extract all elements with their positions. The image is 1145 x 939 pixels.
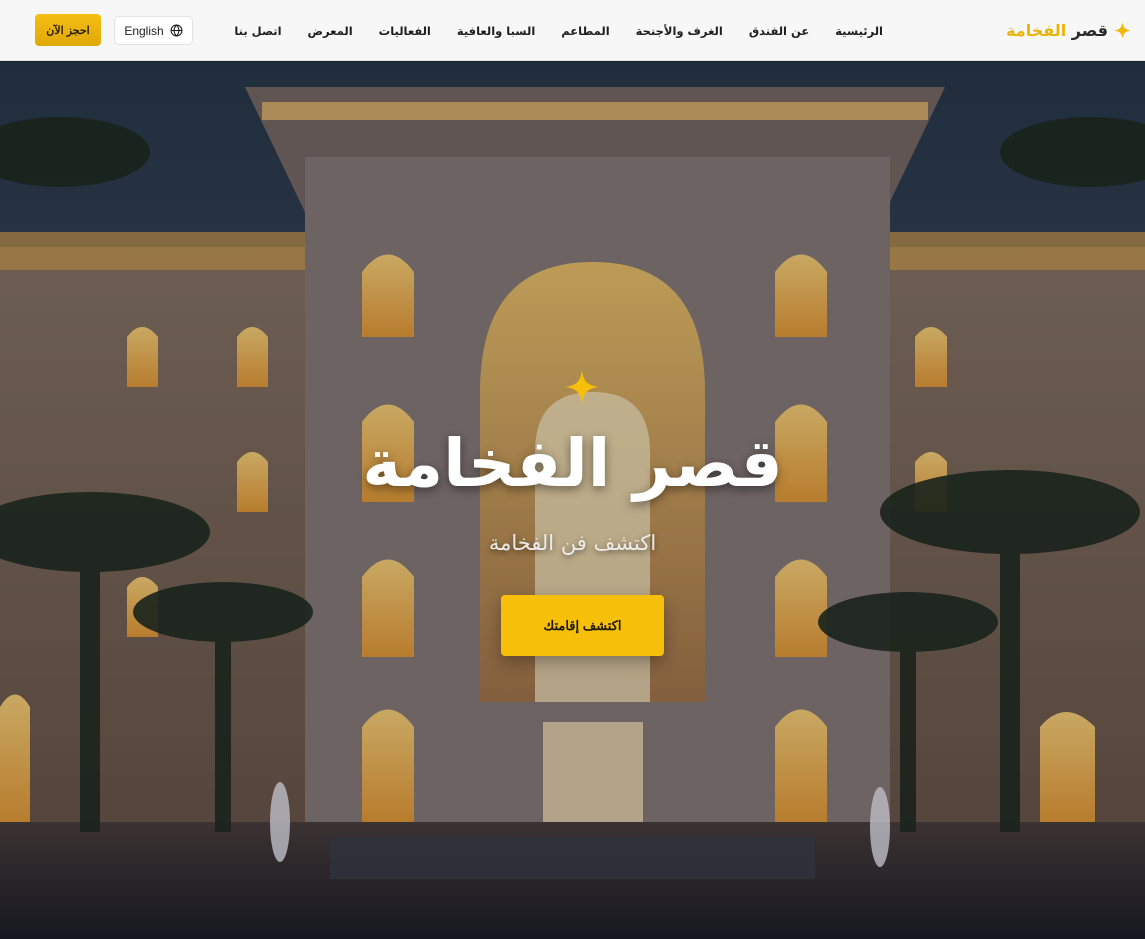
nav-spa[interactable]: السبا والعافية — [457, 24, 535, 38]
hero-subtitle: اكتشف فن الفخامة — [488, 531, 657, 555]
brand-logo[interactable]: قصر الفخامة — [1006, 0, 1131, 61]
brand-name-accent: الفخامة — [1006, 21, 1067, 40]
nav-rooms[interactable]: الغرف والأجنحة — [636, 24, 723, 38]
hero-section: قصر الفخامة اكتشف فن الفخامة اكتشف إقامت… — [0, 62, 1145, 939]
hero-title: قصر الفخامة — [362, 425, 783, 502]
book-now-button[interactable]: احجز الآن — [35, 14, 101, 46]
nav-about[interactable]: عن الفندق — [749, 24, 809, 38]
brand-name-prefix: قصر — [1066, 21, 1108, 40]
nav-events[interactable]: الفعاليات — [379, 24, 431, 38]
brand-name: قصر الفخامة — [1006, 21, 1108, 40]
nav-contact[interactable]: اتصل بنا — [234, 24, 281, 38]
nav-gallery[interactable]: المعرض — [308, 24, 353, 38]
main-nav: الرئيسية عن الفندق الغرف والأجنحة المطاع… — [234, 0, 883, 61]
discover-stay-button[interactable]: اكتشف إقامتك — [501, 595, 664, 656]
nav-restaurants[interactable]: المطاعم — [561, 24, 609, 38]
language-label: English — [124, 23, 164, 38]
sparkle-star-icon — [1114, 22, 1131, 39]
sparkle-star-icon — [565, 370, 599, 404]
top-navbar: قصر الفخامة الرئيسية عن الفندق الغرف وال… — [0, 0, 1145, 61]
language-toggle-button[interactable]: English — [114, 16, 193, 45]
nav-home[interactable]: الرئيسية — [835, 24, 883, 38]
globe-icon — [170, 24, 183, 37]
hero-content: قصر الفخامة اكتشف فن الفخامة اكتشف إقامت… — [0, 62, 1145, 939]
